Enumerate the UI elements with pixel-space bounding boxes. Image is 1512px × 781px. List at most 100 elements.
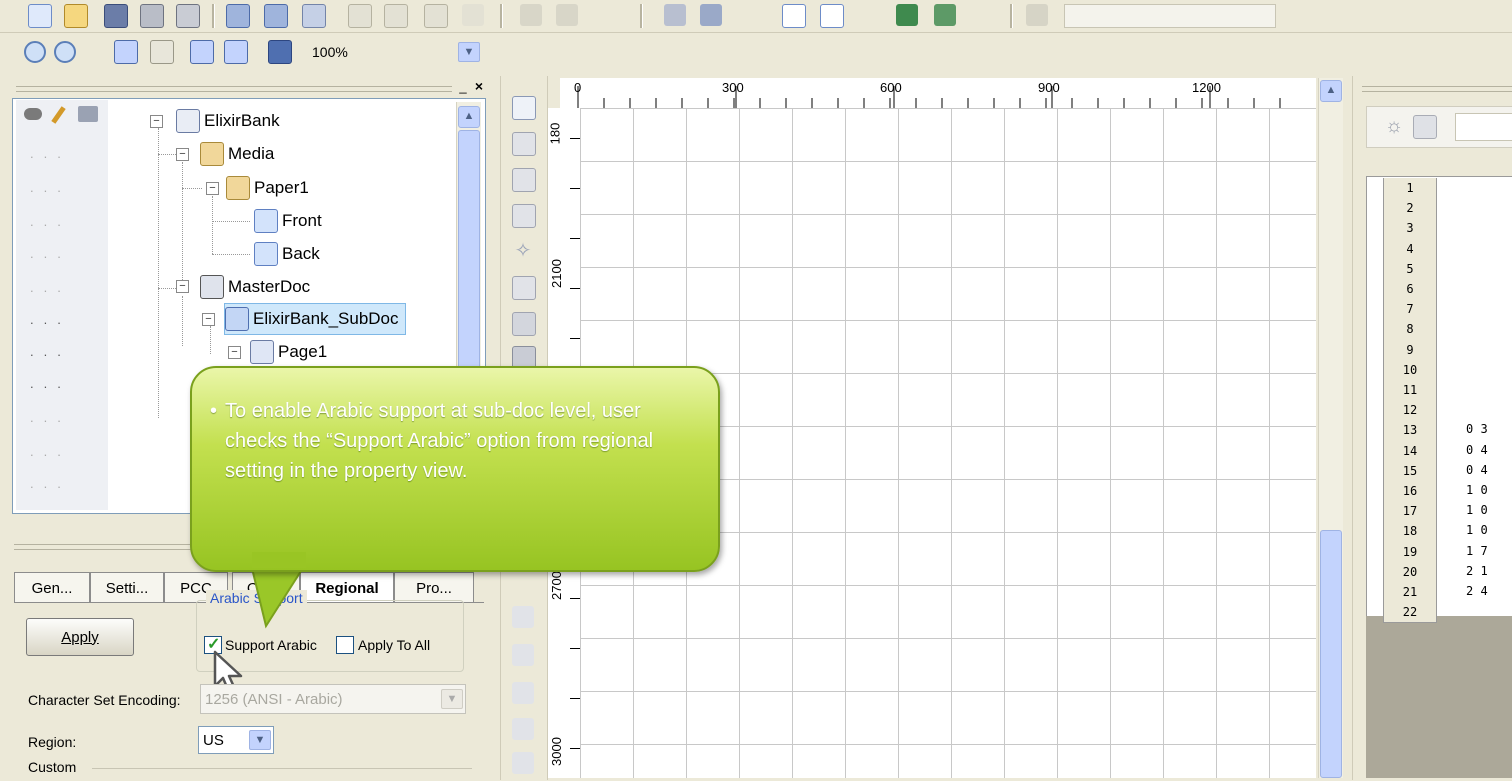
row-number[interactable]: 8 (1383, 319, 1437, 341)
cell-value[interactable]: 1 0 (1466, 503, 1488, 517)
zoom-page-icon[interactable] (150, 40, 174, 64)
copy-icon[interactable] (264, 4, 288, 28)
checkbox-box[interactable] (336, 636, 354, 654)
apply-button[interactable]: Apply (26, 618, 134, 656)
zoom-dropdown[interactable]: 100% ▼ (310, 40, 482, 64)
grid-icon[interactable] (896, 4, 918, 26)
chart-icon[interactable] (934, 4, 956, 26)
layout-icon[interactable] (664, 4, 686, 26)
collapse-toggle[interactable]: − (228, 346, 241, 359)
table-icon[interactable] (820, 4, 844, 28)
align-left-icon[interactable] (512, 606, 534, 628)
row-number[interactable]: 14 (1383, 440, 1437, 462)
new-icon[interactable] (28, 4, 52, 28)
charset-dropdown[interactable]: 1256 (ANSI - Arabic) ▼ (200, 684, 466, 714)
tab-settings[interactable]: Setti... (90, 572, 164, 603)
toolbar-combo[interactable] (1064, 4, 1276, 28)
cut-icon[interactable] (226, 4, 250, 28)
tree-item-elixirbank-subdoc[interactable]: ElixirBank_SubDoc (224, 303, 406, 335)
cell-value[interactable]: 0 4 (1466, 443, 1488, 457)
row-number[interactable]: 7 (1383, 299, 1437, 321)
row-number[interactable]: 20 (1383, 561, 1437, 583)
row-number[interactable]: 12 (1383, 400, 1437, 422)
tree-item-back[interactable]: Back (254, 239, 320, 269)
close-icon[interactable]: × (472, 79, 486, 93)
brush-icon[interactable] (700, 4, 722, 26)
tree-item-front[interactable]: Front (254, 206, 322, 236)
distribute-icon[interactable] (512, 718, 534, 740)
row-number[interactable]: 17 (1383, 501, 1437, 523)
align-center-icon[interactable] (512, 644, 534, 666)
settings-icon[interactable]: ☼ (1383, 115, 1405, 137)
row-number[interactable]: 19 (1383, 541, 1437, 563)
zoom-fit-icon[interactable] (114, 40, 138, 64)
row-number[interactable]: 22 (1383, 602, 1437, 624)
chevron-down-icon[interactable]: ▼ (441, 689, 463, 709)
row-number[interactable]: 21 (1383, 582, 1437, 604)
save-icon[interactable] (104, 4, 128, 28)
cell-value[interactable]: 0 4 (1466, 463, 1488, 477)
align-icon[interactable] (520, 4, 542, 26)
cell-value[interactable]: 1 0 (1466, 483, 1488, 497)
properties-icon[interactable] (1026, 4, 1048, 26)
paste-icon[interactable] (302, 4, 326, 28)
row-number[interactable]: 6 (1383, 279, 1437, 301)
row-number[interactable]: 4 (1383, 238, 1437, 260)
sort-icon[interactable] (556, 4, 578, 26)
bar-chart-icon[interactable] (512, 276, 536, 300)
cell-value[interactable]: 1 7 (1466, 544, 1488, 558)
tab-general[interactable]: Gen... (14, 572, 90, 603)
canvas-scroll-up-button[interactable]: ▲ (1320, 80, 1342, 102)
tree-scroll-up-button[interactable]: ▲ (458, 106, 480, 128)
align-bottom-icon[interactable] (512, 682, 534, 704)
pointer-icon[interactable] (972, 4, 994, 26)
tree-item-elixirbank[interactable]: ElixirBank (176, 106, 280, 136)
collapse-toggle[interactable]: − (150, 115, 163, 128)
zoom-out-icon[interactable] (54, 41, 76, 63)
distribute-horizontal-icon[interactable] (512, 752, 534, 774)
printer-icon[interactable] (78, 106, 98, 122)
row-number[interactable]: 18 (1383, 521, 1437, 543)
print-icon[interactable] (140, 4, 164, 28)
eye-icon[interactable] (24, 108, 42, 120)
row-number[interactable]: 5 (1383, 258, 1437, 280)
printer-setup-icon[interactable] (176, 4, 200, 28)
delete-icon[interactable] (424, 4, 448, 28)
data-panel-field[interactable] (1455, 113, 1512, 141)
zoom-in-icon[interactable] (24, 41, 46, 63)
row-number[interactable]: 15 (1383, 460, 1437, 482)
row-number[interactable]: 11 (1383, 380, 1437, 402)
tree-item-page1[interactable]: Page1 (250, 337, 327, 367)
row-number[interactable]: 1 (1383, 178, 1437, 200)
collapse-toggle[interactable]: − (176, 280, 189, 293)
collapse-toggle[interactable]: − (206, 182, 219, 195)
row-number[interactable]: 9 (1383, 339, 1437, 361)
tab-properties[interactable]: Pro... (394, 572, 474, 603)
undo-icon[interactable] (348, 4, 372, 28)
close-x-icon[interactable] (462, 4, 484, 26)
cell-value[interactable]: 2 1 (1466, 564, 1488, 578)
open-icon[interactable] (64, 4, 88, 28)
stop-icon[interactable] (1413, 115, 1437, 139)
chevron-down-icon[interactable]: ▼ (249, 730, 271, 750)
page-icon[interactable] (512, 96, 536, 120)
footer-icon[interactable] (512, 204, 536, 228)
grid-layout-icon[interactable] (512, 312, 536, 336)
cell-value[interactable]: 1 0 (1466, 523, 1488, 537)
header-icon[interactable] (512, 132, 536, 156)
collapse-toggle[interactable]: − (176, 148, 189, 161)
zoom-width-icon[interactable] (190, 40, 214, 64)
actual-size-icon[interactable] (268, 40, 292, 64)
apply-to-all-checkbox[interactable]: Apply To All (336, 636, 430, 654)
zoom-selection-icon[interactable] (224, 40, 248, 64)
tree-item-masterdoc[interactable]: MasterDoc (200, 272, 310, 302)
row-number[interactable]: 13 (1383, 420, 1437, 442)
row-number[interactable]: 16 (1383, 481, 1437, 503)
collapse-toggle[interactable]: − (202, 313, 215, 326)
row-number[interactable]: 2 (1383, 198, 1437, 220)
text-box-icon[interactable] (782, 4, 806, 28)
tree-item-paper1[interactable]: Paper1 (226, 173, 309, 203)
diamond-icon[interactable]: ✧ (512, 240, 534, 262)
cell-value[interactable]: 2 4 (1466, 584, 1488, 598)
row-number[interactable]: 3 (1383, 218, 1437, 240)
